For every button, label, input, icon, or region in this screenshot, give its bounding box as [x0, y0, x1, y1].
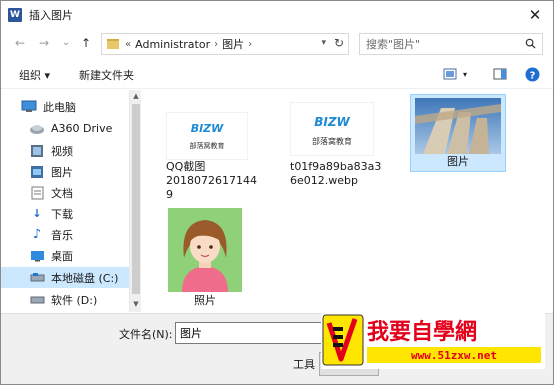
file-name: 图片	[447, 155, 469, 168]
sidebar-item-label: 文档	[51, 186, 73, 200]
sidebar-item-pictures[interactable]: 图片	[1, 161, 129, 182]
file-thumbnail	[168, 208, 242, 292]
preview-pane-icon[interactable]	[493, 67, 507, 81]
address-bar[interactable]: « Administrator › 图片 › ▾ ↻	[101, 33, 349, 55]
window-title: 插入图片	[29, 9, 73, 22]
sidebar-item-label: 下载	[51, 207, 73, 221]
close-icon[interactable]: ✕	[527, 7, 543, 23]
organize-menu[interactable]: 组织 ▾	[19, 67, 50, 83]
filename-label: 文件名(N):	[119, 328, 173, 341]
sidebar-item-label: 视频	[51, 144, 73, 158]
scroll-up-arrow-icon[interactable]: ▲	[132, 92, 140, 100]
recent-locations-chevron-icon[interactable]: ⌄	[59, 36, 73, 50]
search-box[interactable]	[359, 33, 543, 55]
file-name: QQ截图 2018072617144 9	[166, 160, 257, 201]
refresh-icon[interactable]: ↻	[334, 36, 344, 50]
file-name: t01f9a89ba83a3 6e012.webp	[290, 160, 382, 187]
disk-icon	[29, 271, 45, 285]
watermark-logo: 我要自學網 www.51zxw.net	[321, 311, 545, 369]
sidebar-item-this-pc[interactable]: 此电脑	[1, 96, 129, 117]
watermark-url: www.51zxw.net	[411, 349, 497, 362]
sidebar-item-desktop[interactable]: 桌面	[1, 245, 129, 266]
sidebar-item-label: 音乐	[51, 228, 73, 242]
logo-brand-text: BIZW	[314, 115, 350, 129]
back-arrow-icon[interactable]: ←	[13, 36, 27, 50]
view-mode-icon[interactable]	[443, 67, 459, 81]
tools-menu[interactable]: 工具	[293, 356, 315, 372]
scrollbar-thumb[interactable]	[132, 104, 140, 294]
breadcrumb-separator-icon[interactable]: ›	[214, 39, 218, 50]
breadcrumb-separator-icon[interactable]: ›	[248, 39, 252, 50]
file-thumbnail	[415, 98, 501, 154]
music-icon: ♪	[32, 227, 42, 242]
command-bar: 组织 ▾ 新建文件夹 ▾ ?	[1, 61, 553, 89]
sidebar-item-music[interactable]: ♪ 音乐	[1, 224, 129, 245]
sidebar-item-label: 桌面	[51, 249, 73, 263]
sidebar-item-local-disk-c[interactable]: 本地磁盘 (C:)	[1, 267, 129, 288]
word-app-icon: W	[8, 8, 22, 22]
forward-arrow-icon[interactable]: →	[37, 36, 51, 50]
scroll-down-arrow-icon[interactable]: ▼	[132, 300, 140, 308]
logo-cn-text: 部落窝教育	[190, 141, 225, 150]
sidebar-item-label: 图片	[51, 165, 73, 179]
download-icon: ↓	[32, 207, 42, 220]
pictures-folder-icon	[29, 165, 45, 179]
sidebar-item-documents[interactable]: 文档	[1, 182, 129, 203]
insert-picture-dialog: W 插入图片 ✕ ← → ⌄ ↑ « Administrator › 图片 › …	[0, 0, 554, 385]
sidebar-item-label: 本地磁盘 (C:)	[51, 271, 119, 285]
address-row: ← → ⌄ ↑ « Administrator › 图片 › ▾ ↻	[1, 29, 553, 59]
file-list: BIZW 部落窝教育 QQ截图 2018072617144 9 BIZW 部落窝…	[142, 90, 553, 312]
file-name: 照片	[194, 294, 216, 307]
breadcrumb-pictures[interactable]: 图片	[222, 36, 244, 52]
file-item-selected[interactable]: 图片	[410, 94, 506, 172]
file-item[interactable]: BIZW 部落窝教育 t01f9a89ba83a3 6e012.webp	[286, 98, 381, 188]
cloud-drive-icon	[29, 122, 45, 136]
view-dropdown-icon[interactable]: ▾	[463, 70, 467, 79]
navigation-pane: 此电脑 A360 Drive 视频 图片 文档 ↓ 下载 ♪ 音乐 桌面 本地磁…	[1, 90, 141, 312]
video-folder-icon	[29, 144, 45, 158]
logo-brand-text: BIZW	[191, 122, 224, 135]
file-item[interactable]: BIZW 部落窝教育 QQ截图 2018072617144 9	[160, 98, 257, 208]
address-dropdown-icon[interactable]: ▾	[321, 38, 326, 48]
help-icon[interactable]: ?	[525, 67, 540, 82]
svg-text:?: ?	[530, 70, 536, 81]
sidebar-item-a360-drive[interactable]: A360 Drive	[1, 118, 129, 139]
breadcrumb-administrator[interactable]: Administrator	[135, 38, 210, 51]
folder-icon	[107, 39, 119, 49]
desktop-icon	[29, 249, 45, 263]
logo-cn-text: 部落窝教育	[312, 136, 352, 146]
sidebar-item-label: 软件 (D:)	[51, 293, 98, 307]
documents-folder-icon	[29, 186, 45, 200]
sidebar-item-software-d[interactable]: 软件 (D:)	[1, 289, 129, 310]
sidebar-item-downloads[interactable]: ↓ 下载	[1, 203, 129, 224]
computer-icon	[21, 100, 37, 114]
search-icon[interactable]	[525, 38, 536, 49]
root-chevron-icon[interactable]: «	[125, 39, 131, 50]
navigation-scrollbar[interactable]: ▲ ▼	[129, 90, 141, 312]
sidebar-item-label: 此电脑	[43, 100, 76, 114]
new-folder-button[interactable]: 新建文件夹	[79, 67, 134, 83]
file-thumbnail: BIZW 部落窝教育	[290, 102, 374, 156]
disk-icon	[29, 293, 45, 307]
sidebar-item-label: A360 Drive	[51, 122, 113, 135]
file-item[interactable]: 照片	[164, 206, 244, 308]
watermark-title: 我要自學網	[367, 319, 477, 345]
sidebar-item-videos[interactable]: 视频	[1, 140, 129, 161]
file-thumbnail: BIZW 部落窝教育	[166, 112, 248, 160]
title-bar: W 插入图片 ✕	[1, 1, 553, 29]
up-arrow-icon[interactable]: ↑	[79, 36, 93, 50]
search-input[interactable]	[366, 34, 516, 54]
